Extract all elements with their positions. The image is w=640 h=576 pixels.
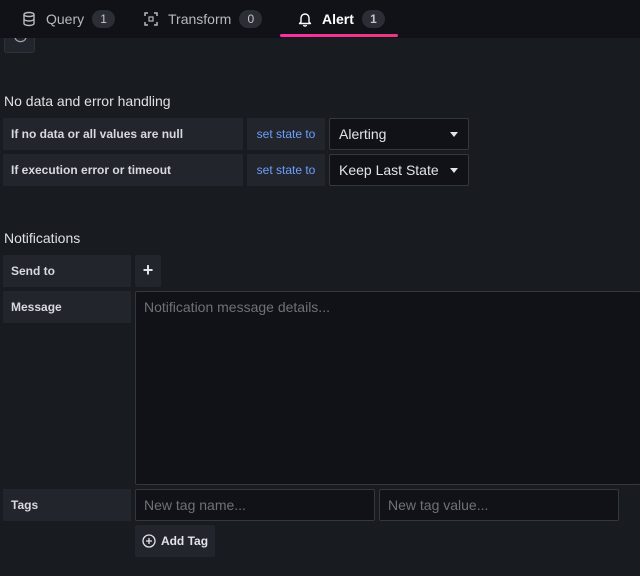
send-to-label: Send to [3, 255, 131, 287]
add-tag-label: Add Tag [160, 534, 209, 548]
active-tab-indicator [280, 34, 398, 37]
caret-down-icon [450, 132, 458, 137]
tags-label: Tags [3, 489, 131, 521]
no-data-section-title: No data and error handling [4, 93, 171, 109]
info-icon [14, 37, 27, 43]
tab-alert[interactable]: Alert 1 [297, 0, 385, 38]
message-label: Message [3, 291, 131, 323]
tab-query[interactable]: Query 1 [21, 0, 116, 38]
tab-transform-count: 0 [239, 10, 263, 28]
exec-error-state-select[interactable]: Keep Last State [329, 154, 469, 186]
tab-alert-label: Alert [322, 11, 354, 27]
tab-query-label: Query [46, 11, 85, 27]
no-data-set-state-link[interactable]: set state to [247, 118, 325, 150]
tab-query-count: 1 [92, 10, 116, 28]
notifications-section-title: Notifications [4, 230, 81, 246]
tab-bar: Query 1 Transform 0 Alert 1 [0, 0, 640, 38]
tab-transform[interactable]: Transform 0 [143, 0, 263, 38]
no-data-state-value: Alerting [339, 126, 387, 142]
add-notification-channel-button[interactable]: + [135, 255, 161, 287]
exec-error-label: If execution error or timeout [3, 154, 243, 186]
no-data-label: If no data or all values are null [3, 118, 243, 150]
bell-icon [298, 13, 312, 27]
tab-transform-label: Transform [168, 11, 232, 27]
exec-error-set-state-link[interactable]: set state to [247, 154, 325, 186]
info-button[interactable] [4, 37, 35, 53]
database-icon [23, 11, 35, 27]
exec-error-state-value: Keep Last State [339, 162, 439, 178]
add-tag-button[interactable]: Add Tag [135, 525, 215, 557]
tag-value-input[interactable] [379, 489, 619, 521]
plus-circle-icon [142, 534, 156, 548]
transform-icon [144, 12, 158, 26]
tag-name-input[interactable] [135, 489, 375, 521]
no-data-state-select[interactable]: Alerting [329, 118, 469, 150]
caret-down-icon [450, 168, 458, 173]
tab-alert-count: 1 [361, 10, 385, 28]
message-textarea[interactable] [135, 291, 640, 485]
